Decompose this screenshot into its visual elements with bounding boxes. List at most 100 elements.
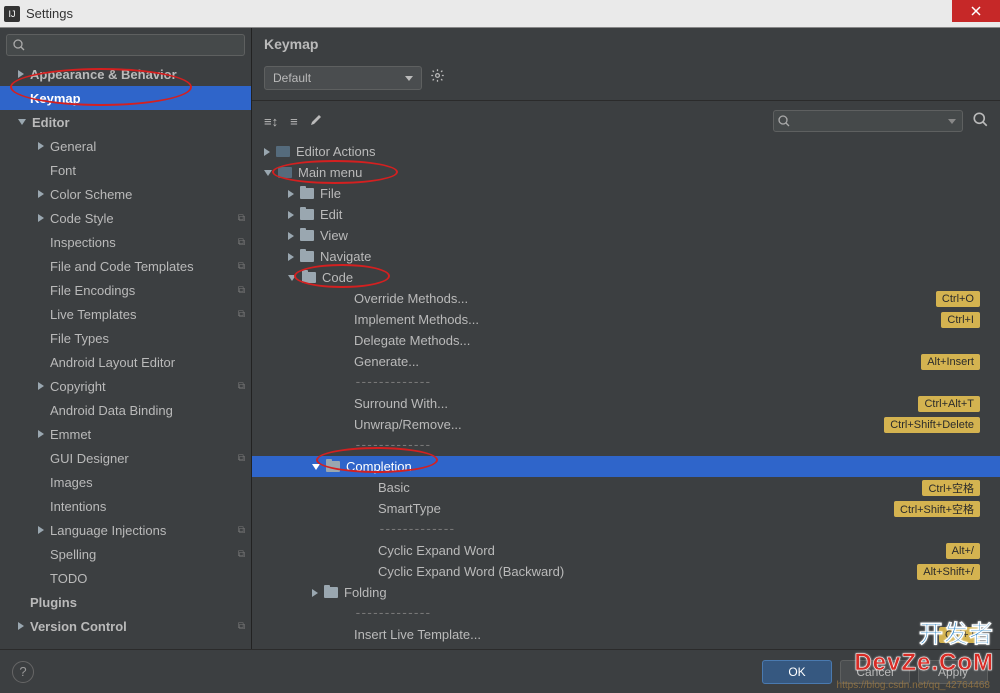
sidebar-item[interactable]: Code Style⧉ bbox=[0, 206, 251, 230]
expand-arrow-icon bbox=[38, 430, 44, 438]
sidebar-item[interactable]: Language Injections⧉ bbox=[0, 518, 251, 542]
tree-row[interactable]: Surround With...Ctrl+Alt+T bbox=[252, 393, 1000, 414]
settings-scope-icon: ⧉ bbox=[238, 309, 245, 320]
sidebar-item[interactable]: Font bbox=[0, 158, 251, 182]
sidebar-item[interactable]: Live Templates⧉ bbox=[0, 302, 251, 326]
tree-row[interactable]: SmartTypeCtrl+Shift+空格 bbox=[252, 498, 1000, 519]
tree-row[interactable]: ------------- bbox=[252, 372, 1000, 393]
shortcut-badge: Alt+Shift+/ bbox=[917, 564, 980, 580]
tree-row[interactable]: Unwrap/Remove...Ctrl+Shift+Delete bbox=[252, 414, 1000, 435]
sidebar-item-label: Inspections bbox=[50, 235, 232, 250]
tree-item-label: Insert Live Template... bbox=[354, 627, 939, 642]
expand-arrow-icon bbox=[288, 253, 294, 261]
edit-icon[interactable] bbox=[310, 114, 322, 129]
shortcut-badge: Ctrl+空格 bbox=[922, 480, 980, 496]
sidebar-item[interactable]: Android Layout Editor bbox=[0, 350, 251, 374]
sidebar-item[interactable]: Editor bbox=[0, 110, 251, 134]
sidebar-item[interactable]: Emmet bbox=[0, 422, 251, 446]
group-icon bbox=[276, 146, 290, 157]
tree-row[interactable]: ------------- bbox=[252, 435, 1000, 456]
tree-row[interactable]: Editor Actions bbox=[252, 141, 1000, 162]
sidebar-item-label: File Types bbox=[50, 331, 245, 346]
sidebar-item[interactable]: Version Control ⧉ bbox=[0, 614, 251, 638]
sidebar-item[interactable]: Copyright⧉ bbox=[0, 374, 251, 398]
tree-item-label: Cyclic Expand Word bbox=[378, 543, 946, 558]
expand-arrow-icon bbox=[38, 526, 44, 534]
sidebar-item[interactable]: Images bbox=[0, 470, 251, 494]
tree-row[interactable]: Navigate bbox=[252, 246, 1000, 267]
tree-row[interactable]: BasicCtrl+空格 bbox=[252, 477, 1000, 498]
sidebar-item[interactable]: Android Data Binding bbox=[0, 398, 251, 422]
tree-item-label: Main menu bbox=[298, 165, 980, 180]
keymap-dropdown[interactable]: Default bbox=[264, 66, 422, 90]
sidebar-item-label: Emmet bbox=[50, 427, 245, 442]
sidebar-search-input[interactable] bbox=[6, 34, 245, 56]
shortcut-badge: Ctrl+O bbox=[936, 291, 980, 307]
tree-row[interactable]: Implement Methods...Ctrl+I bbox=[252, 309, 1000, 330]
sidebar-item[interactable]: Appearance & Behavior bbox=[0, 62, 251, 86]
collapse-arrow-icon bbox=[312, 464, 320, 470]
folder-icon bbox=[300, 188, 314, 199]
tree-item-label: Implement Methods... bbox=[354, 312, 941, 327]
shortcut-badge: Alt+/ bbox=[946, 543, 980, 559]
sidebar-item-label: Android Layout Editor bbox=[50, 355, 245, 370]
tree-row[interactable]: Folding bbox=[252, 582, 1000, 603]
sidebar-item[interactable]: Inspections ⧉ bbox=[0, 230, 251, 254]
expand-arrow-icon bbox=[288, 190, 294, 198]
sidebar-item[interactable]: File Encodings⧉ bbox=[0, 278, 251, 302]
sidebar-item[interactable]: Spelling⧉ bbox=[0, 542, 251, 566]
collapse-icon[interactable]: ≡ bbox=[290, 114, 298, 129]
sidebar-item[interactable]: GUI Designer⧉ bbox=[0, 446, 251, 470]
sidebar-item-label: Android Data Binding bbox=[50, 403, 245, 418]
sidebar-item[interactable]: TODO bbox=[0, 566, 251, 590]
tree-row[interactable]: Completion bbox=[252, 456, 1000, 477]
sidebar-item-label: General bbox=[50, 139, 245, 154]
expand-arrow-icon bbox=[288, 211, 294, 219]
settings-scope-icon: ⧉ bbox=[238, 621, 245, 632]
sidebar-item-label: Version Control bbox=[30, 619, 232, 634]
sidebar-item[interactable]: Color Scheme bbox=[0, 182, 251, 206]
expand-collapse-icon[interactable]: ≡↕ bbox=[264, 114, 278, 129]
tree-row[interactable]: Override Methods...Ctrl+O bbox=[252, 288, 1000, 309]
ok-button[interactable]: OK bbox=[762, 660, 832, 684]
tree-row[interactable]: Edit bbox=[252, 204, 1000, 225]
tree-item-label: Code bbox=[322, 270, 980, 285]
close-button[interactable] bbox=[952, 0, 1000, 22]
sidebar-item[interactable]: File and Code Templates⧉ bbox=[0, 254, 251, 278]
sidebar-item[interactable]: File Types bbox=[0, 326, 251, 350]
folder-icon bbox=[324, 587, 338, 598]
tree-row[interactable]: Generate...Alt+Insert bbox=[252, 351, 1000, 372]
tree-item-label: Edit bbox=[320, 207, 980, 222]
shortcut-badge: Ctrl+Shift+空格 bbox=[894, 501, 980, 517]
sidebar-item[interactable]: Intentions bbox=[0, 494, 251, 518]
settings-scope-icon: ⧉ bbox=[238, 381, 245, 392]
tree-row[interactable]: ------------- bbox=[252, 519, 1000, 540]
help-button[interactable]: ? bbox=[12, 661, 34, 683]
group-icon bbox=[278, 167, 292, 178]
tree-row[interactable]: Code bbox=[252, 267, 1000, 288]
expand-arrow-icon bbox=[18, 70, 24, 78]
search-icon bbox=[778, 115, 790, 127]
action-search-input[interactable] bbox=[773, 110, 963, 132]
find-action-by-shortcut-icon[interactable] bbox=[973, 112, 988, 130]
tree-row[interactable]: Delegate Methods... bbox=[252, 330, 1000, 351]
sidebar-item-label: Images bbox=[50, 475, 245, 490]
tree-row[interactable]: Cyclic Expand Word (Backward)Alt+Shift+/ bbox=[252, 561, 1000, 582]
folder-icon bbox=[300, 209, 314, 220]
tree-row[interactable]: View bbox=[252, 225, 1000, 246]
settings-scope-icon: ⧉ bbox=[238, 237, 245, 248]
action-tree[interactable]: Editor Actions Main menu File Edit ViewNavig… bbox=[252, 141, 1000, 649]
tree-row[interactable]: Main menu bbox=[252, 162, 1000, 183]
settings-scope-icon: ⧉ bbox=[238, 261, 245, 272]
collapse-arrow-icon bbox=[288, 275, 296, 281]
sidebar-item[interactable]: Keymap bbox=[0, 86, 251, 110]
tree-row[interactable]: File bbox=[252, 183, 1000, 204]
sidebar-item-label: Spelling bbox=[50, 547, 232, 562]
app-icon: IJ bbox=[4, 6, 20, 22]
gear-icon[interactable] bbox=[430, 68, 445, 88]
sidebar-item[interactable]: General bbox=[0, 134, 251, 158]
sidebar-item-label: Plugins bbox=[30, 595, 245, 610]
shortcut-badge: Ctrl+Alt+T bbox=[918, 396, 980, 412]
sidebar-item[interactable]: Plugins bbox=[0, 590, 251, 614]
tree-row[interactable]: Cyclic Expand WordAlt+/ bbox=[252, 540, 1000, 561]
